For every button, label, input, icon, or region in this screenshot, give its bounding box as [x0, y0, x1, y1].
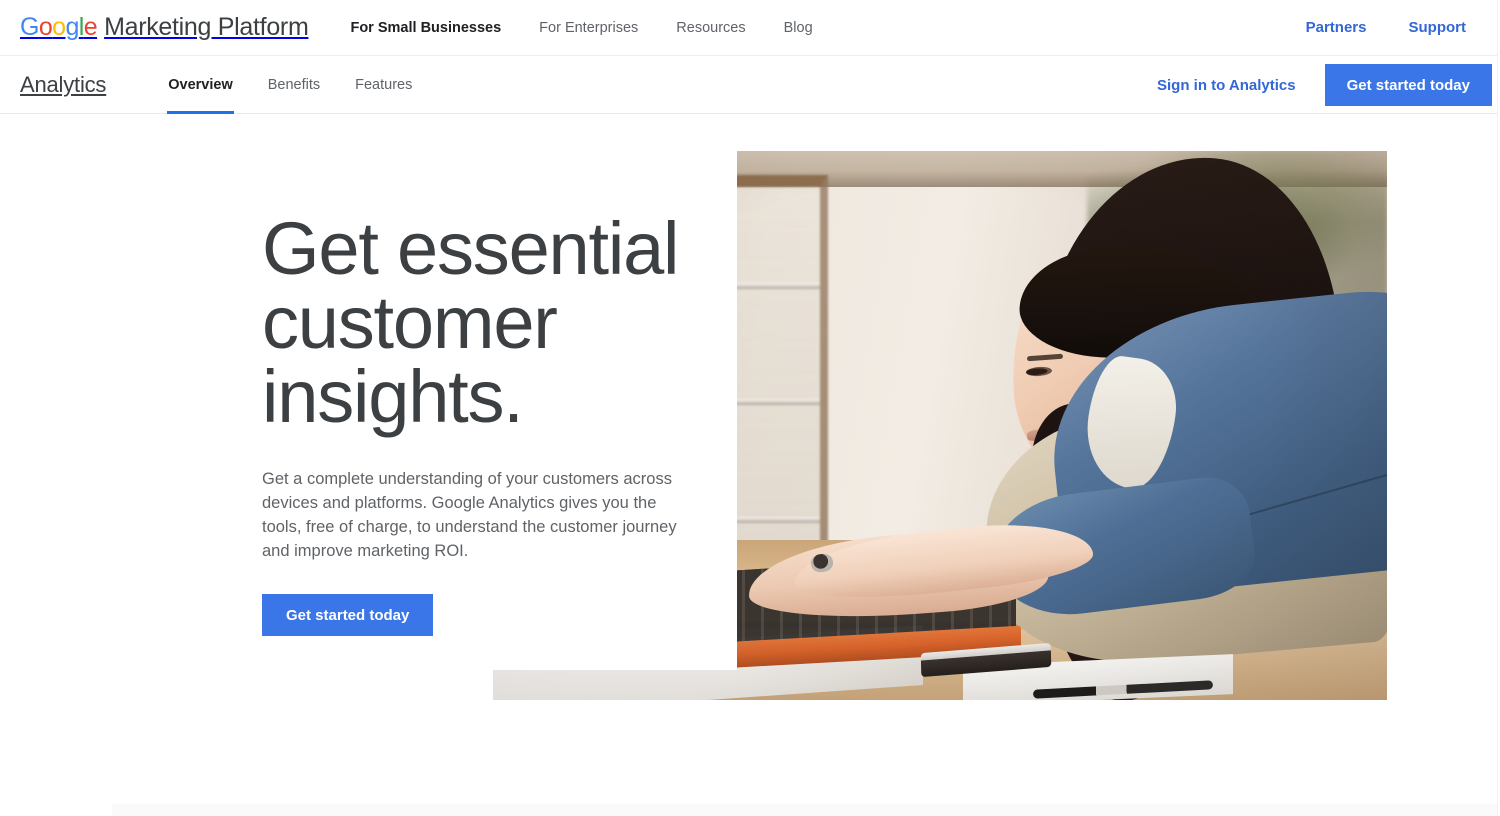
google-letter-e-red: e: [83, 13, 98, 41]
google-letter-o-yellow: o: [52, 13, 66, 41]
google-marketing-platform-logo[interactable]: Google Marketing Platform: [20, 13, 309, 42]
product-sub-bar: Analytics Overview Benefits Features Sig…: [0, 56, 1500, 114]
google-wordmark: Google: [20, 13, 98, 42]
hero-subtext: Get a complete understanding of your cus…: [262, 470, 677, 560]
tab-overview[interactable]: Overview: [167, 56, 234, 114]
hero-heading: Get essential customer insights.: [262, 207, 679, 438]
hero-copy: Get essential customer insights. Get a c…: [262, 212, 702, 636]
google-letter-g-blue-2: g: [65, 13, 79, 41]
tab-benefits[interactable]: Benefits: [267, 56, 321, 114]
hero-section: Get essential customer insights. Get a c…: [0, 115, 1500, 804]
nav-item-for-small-businesses[interactable]: For Small Businesses: [350, 20, 501, 36]
google-letter-g-blue: G: [20, 13, 39, 41]
next-section-band: [112, 804, 1500, 816]
marketing-platform-wordmark: Marketing Platform: [104, 13, 309, 41]
nav-item-for-enterprises[interactable]: For Enterprises: [539, 20, 638, 36]
platform-top-bar: Google Marketing Platform For Small Busi…: [0, 0, 1500, 56]
support-link[interactable]: Support: [1409, 19, 1467, 36]
platform-nav: For Small Businesses For Enterprises Res…: [350, 20, 812, 36]
product-title-analytics[interactable]: Analytics: [20, 72, 106, 98]
google-letter-o-red: o: [38, 13, 53, 41]
partners-link[interactable]: Partners: [1306, 19, 1367, 36]
get-started-today-button-hero[interactable]: Get started today: [262, 594, 434, 636]
platform-utility-links: Partners Support: [1306, 19, 1466, 36]
nav-item-resources[interactable]: Resources: [676, 20, 745, 36]
sign-in-to-analytics-link[interactable]: Sign in to Analytics: [1157, 77, 1296, 94]
get-started-today-button-header[interactable]: Get started today: [1324, 64, 1492, 106]
product-bar-actions: Sign in to Analytics Get started today: [1157, 56, 1500, 114]
tab-features[interactable]: Features: [354, 56, 413, 114]
nav-item-blog[interactable]: Blog: [784, 20, 813, 36]
product-tabs: Overview Benefits Features: [167, 56, 413, 114]
